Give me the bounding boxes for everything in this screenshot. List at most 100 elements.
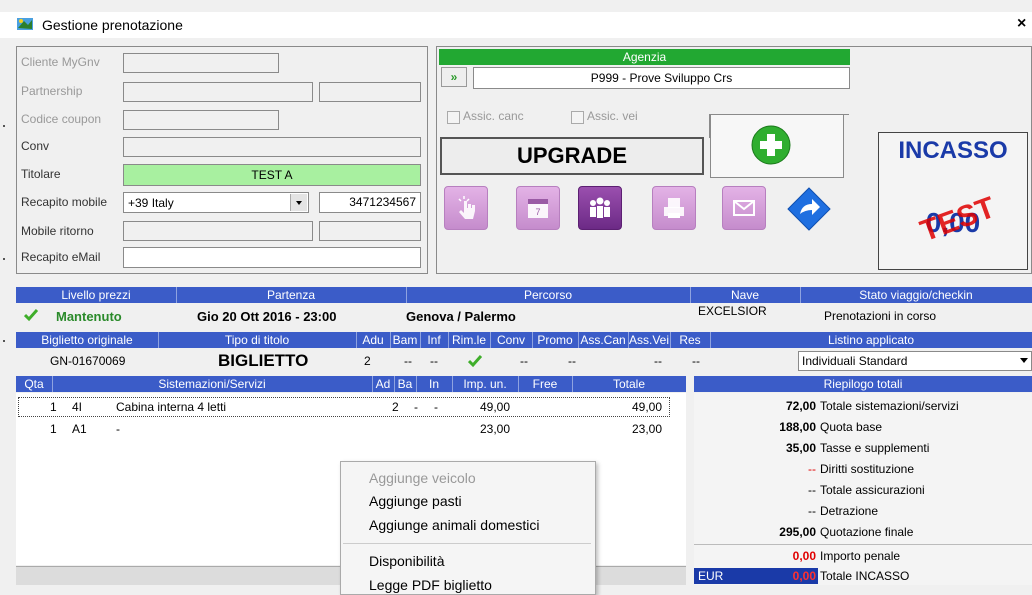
col-free: Free xyxy=(518,376,573,392)
left-edge-mark xyxy=(3,125,5,127)
nave-value: EXCELSIOR xyxy=(698,304,767,318)
col-in: In xyxy=(416,376,453,392)
mobile-ritorno-field-2[interactable] xyxy=(319,221,421,241)
check-icon xyxy=(24,309,38,322)
summary-row: -- Diritti sostituzione xyxy=(694,462,1032,482)
assic-canc-checkbox[interactable] xyxy=(447,111,460,124)
assic-vei-checkbox[interactable] xyxy=(571,111,584,124)
service-code: 4I xyxy=(72,400,83,414)
passengers-button[interactable] xyxy=(578,186,622,230)
listino-value: Individuali Standard xyxy=(802,354,908,368)
conv-field[interactable] xyxy=(123,137,421,157)
group-icon xyxy=(590,197,610,218)
touch-button[interactable] xyxy=(444,186,488,230)
res-value: -- xyxy=(692,354,700,368)
promo-value: -- xyxy=(568,354,576,368)
col-biglietto: Biglietto originale xyxy=(16,332,159,348)
menu-item-aggiunge-pasti[interactable]: Aggiunge pasti xyxy=(369,493,462,509)
stato-value: Prenotazioni in corso xyxy=(824,309,937,323)
cliente-mygnv-field[interactable] xyxy=(123,53,279,73)
incasso-total-label: Totale INCASSO xyxy=(820,569,910,583)
label-recapito-mobile: Recapito mobile xyxy=(21,195,108,209)
agency-field[interactable]: P999 - Prove Sviluppo Crs xyxy=(473,67,850,89)
summary-label: Tasse e supplementi xyxy=(820,441,930,455)
summary-label: Totale sistemazioni/servizi xyxy=(820,399,959,413)
mobile-number-field[interactable]: 3471234567 xyxy=(319,192,421,213)
left-edge-mark xyxy=(3,258,5,260)
penale-row: 0,00 Importo penale xyxy=(694,549,1032,569)
menu-item-legge-pdf[interactable]: Legge PDF biglietto xyxy=(369,577,492,593)
summary-label: Diritti sostituzione xyxy=(820,462,915,476)
plus-icon xyxy=(751,125,791,165)
currency-label: EUR xyxy=(698,569,724,583)
left-edge-mark xyxy=(3,340,5,342)
email-button[interactable] xyxy=(722,186,766,230)
penale-label: Importo penale xyxy=(820,549,901,563)
summary-row: -- Totale assicurazioni xyxy=(694,483,1032,503)
incasso-box: INCASSO 0,00 TEST xyxy=(878,132,1028,270)
forward-button[interactable] xyxy=(786,186,832,232)
adu-value: 2 xyxy=(364,354,371,368)
service-desc: - xyxy=(116,422,120,436)
col-livello: Livello prezzi xyxy=(16,287,177,303)
calendar-icon: 7 xyxy=(528,199,548,218)
trip-row: Mantenuto Gio 20 Ott 2016 - 23:00 Genova… xyxy=(16,304,1032,326)
summary-row: 188,00 Quota base xyxy=(694,420,1032,440)
summary-row: 72,00 Totale sistemazioni/servizi xyxy=(694,399,1032,419)
envelope-icon xyxy=(733,200,755,216)
upgrade-button[interactable]: UPGRADE xyxy=(440,137,704,175)
col-res: Res xyxy=(670,332,711,348)
chevron-down-icon[interactable] xyxy=(1019,357,1029,365)
partnership-field-2[interactable] xyxy=(319,82,421,102)
partnership-field[interactable] xyxy=(123,82,313,102)
penale-value: 0,00 xyxy=(792,549,816,563)
listino-select[interactable]: Individuali Standard xyxy=(798,351,1032,371)
menu-item-disponibilita[interactable]: Disponibilità xyxy=(369,553,444,569)
test-stamp: TEST xyxy=(916,190,1000,249)
menu-item-aggiunge-veicolo[interactable]: Aggiunge veicolo xyxy=(369,470,476,486)
table-row[interactable]: 1 4I Cabina interna 4 letti 2 - - 49,00 … xyxy=(16,400,686,418)
table-row[interactable]: 1 A1 - 23,00 23,00 xyxy=(16,422,686,440)
percorso-value: Genova / Palermo xyxy=(406,309,516,324)
mobile-prefix-select[interactable]: +39 Italy xyxy=(123,192,309,213)
summary-value: 188,00 xyxy=(779,420,816,434)
context-menu: Aggiunge veicolo Aggiunge pasti Aggiunge… xyxy=(340,461,596,595)
label-titolare: Titolare xyxy=(21,167,61,181)
summary-value: 72,00 xyxy=(785,399,816,413)
bam-value: -- xyxy=(404,354,412,368)
svg-text:7: 7 xyxy=(535,207,540,217)
service-qta: 1 xyxy=(50,400,57,414)
mobile-ritorno-field[interactable] xyxy=(123,221,313,241)
service-code: A1 xyxy=(72,422,87,436)
col-bam: Bam xyxy=(390,332,421,348)
calendar-button[interactable]: 7 xyxy=(516,186,560,230)
label-recapito-email: Recapito eMail xyxy=(21,250,101,264)
incasso-title: INCASSO xyxy=(898,137,1008,164)
summary-row: 295,00 Quotazione finale xyxy=(694,525,1032,545)
col-conv: Conv xyxy=(490,332,533,348)
close-icon[interactable]: × xyxy=(1017,15,1026,33)
service-totale: 49,00 xyxy=(631,400,662,414)
add-button[interactable] xyxy=(710,114,844,178)
summary-value: -- xyxy=(808,462,816,476)
col-partenza: Partenza xyxy=(176,287,407,303)
service-imp: 23,00 xyxy=(480,422,511,436)
email-field[interactable] xyxy=(123,247,421,268)
print-button[interactable] xyxy=(652,186,696,230)
assic-vei-label: Assic. vei xyxy=(587,109,638,123)
codice-coupon-field[interactable] xyxy=(123,110,279,130)
trip-header: Livello prezzi Partenza Percorso Nave St… xyxy=(16,287,1032,303)
window-titlebar: Gestione prenotazione × xyxy=(0,12,1032,38)
service-desc: Cabina interna 4 letti xyxy=(116,400,227,414)
col-promo: Promo xyxy=(532,332,579,348)
divider xyxy=(694,544,1032,545)
label-conv: Conv xyxy=(21,139,50,153)
client-panel: Cliente MyGnv Partnership Codice coupon … xyxy=(16,46,428,274)
chevron-down-icon[interactable] xyxy=(290,194,307,211)
label-codice-coupon: Codice coupon xyxy=(21,112,102,126)
titolare-field[interactable]: TEST A xyxy=(123,164,421,186)
agency-select-button[interactable]: » xyxy=(441,67,467,87)
menu-item-aggiunge-animali[interactable]: Aggiunge animali domestici xyxy=(369,517,539,533)
rimle-check-icon xyxy=(468,355,482,368)
ticket-header: Biglietto originale Tipo di titolo Adu B… xyxy=(16,332,1032,348)
